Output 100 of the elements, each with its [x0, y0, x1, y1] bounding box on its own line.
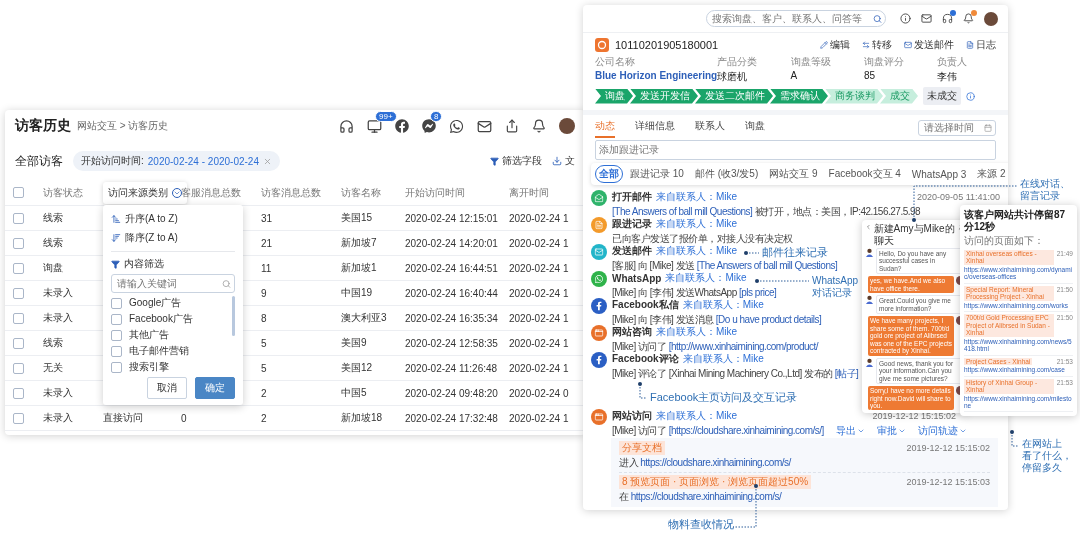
callout-text: WhatsApp	[812, 275, 859, 287]
link[interactable]: [Do u have product details]	[715, 314, 822, 325]
callout-text: 停留多久	[1022, 462, 1062, 474]
company-link[interactable]: Blue Horizon Engineering	[595, 70, 718, 81]
event-detail: 已向客户发送了报价单，对接人没有决定权	[612, 232, 793, 245]
link[interactable]: [http://www.xinhaimining.com/product/	[668, 341, 819, 352]
option-checkbox[interactable]: 电子邮件营销	[111, 344, 228, 358]
filter-fields-button[interactable]: 筛选字段	[490, 154, 542, 168]
contact-link[interactable]: 来自联系人：Mike	[656, 217, 738, 231]
search-field[interactable]: 搜索询盘、客户、联系人、问答等	[706, 10, 886, 27]
note-field[interactable]: 添加跟进记录	[595, 140, 996, 160]
action-button[interactable]: 转移	[856, 38, 892, 52]
avatar[interactable]	[984, 11, 998, 26]
mail-icon[interactable]	[921, 13, 932, 24]
headset-icon[interactable]	[942, 13, 953, 24]
tab[interactable]: 联系人	[695, 117, 725, 138]
filter-chip[interactable]: 邮件 (收3/发5)	[690, 165, 763, 183]
checkbox[interactable]	[13, 337, 24, 349]
envelope-icon	[591, 244, 607, 260]
column-header: 访客名称	[341, 185, 382, 200]
breadcrumb[interactable]: 网站交互 > 访客历史	[77, 119, 169, 133]
leader-line	[744, 251, 760, 255]
sort-option[interactable]: 升序(A to Z)	[111, 211, 235, 227]
contact-link[interactable]: 来自联系人：Mike	[656, 325, 738, 339]
dropdown[interactable]: 审批	[876, 426, 906, 436]
sort-option[interactable]: 降序(Z to A)	[111, 230, 235, 246]
contact-link[interactable]: 来自联系人：Mike	[682, 352, 764, 366]
contact-link[interactable]: 来自联系人：Mike	[682, 298, 764, 312]
link[interactable]: [pls price]	[739, 287, 777, 298]
field-label: 负责人	[937, 55, 969, 69]
document-icon	[966, 41, 974, 49]
caret-icon	[897, 427, 906, 435]
export-button[interactable]: 文	[552, 154, 575, 168]
link[interactable]: https://cloudshare.xinhaimining.com/s/	[640, 457, 791, 468]
messenger-icon[interactable]	[422, 119, 436, 133]
action-button[interactable]: 编辑	[814, 38, 850, 52]
filter-chip[interactable]: WhatsApp 3	[907, 166, 971, 182]
whatsapp-icon[interactable]	[449, 118, 464, 134]
contact-link[interactable]: 来自联系人：Mike	[656, 244, 738, 258]
contact-link[interactable]: 来自联系人：Mike	[665, 271, 747, 285]
link[interactable]: [https://cloudshare.xinhaimining.com/s/]	[668, 425, 824, 436]
date-field[interactable]: 请选择时间	[918, 119, 996, 136]
checkbox[interactable]	[13, 287, 24, 299]
table-cell-text: 未录入	[43, 386, 74, 400]
checkbox[interactable]	[13, 412, 24, 424]
table-cell-text: 2020-02-24 12:15:01	[405, 212, 499, 224]
facebook-icon[interactable]	[395, 119, 409, 133]
event-title: Facebook私信	[612, 298, 679, 312]
option-checkbox[interactable]: Google广告	[111, 296, 228, 310]
link[interactable]: https://cloudshare.xinhaimining.com/s/	[630, 491, 782, 502]
option-checkbox[interactable]: Facebook广告	[111, 312, 228, 326]
checkbox[interactable]	[13, 187, 24, 198]
field-label: 询盘评分	[863, 55, 905, 69]
link[interactable]: [The Answers of ball mill Questions]	[696, 260, 838, 271]
event-time: 2019-12-12 15:15:03	[906, 477, 990, 487]
dropdown[interactable]: 访问轨迹	[917, 426, 967, 436]
checkbox[interactable]	[13, 212, 24, 224]
table-cell-text: 2020-02-24 12:58:35	[405, 337, 499, 349]
filter-chip[interactable]: 来源 2	[973, 165, 1008, 183]
bell-icon[interactable]	[963, 13, 974, 24]
browser-icon	[591, 325, 607, 341]
link[interactable]: [The Answers of ball mill Questions]	[612, 206, 753, 217]
checkbox[interactable]	[13, 262, 24, 274]
event-detail: [Mike] 向 [李伟] 发送WhatsApp [pls price]	[612, 286, 777, 299]
scrollbar[interactable]	[232, 296, 235, 336]
filter-chip[interactable]: 开始访问时间: 2020-02-24 - 2020-02-24	[73, 151, 280, 171]
event-detail: [Mike] 评论了 [Xinhai Mining Machinery Co.,Ltd] 发布的 [帖子]	[612, 367, 859, 381]
checkbox[interactable]	[13, 362, 24, 374]
tab[interactable]: 询盘	[745, 117, 765, 138]
filter-chip[interactable]: 网站交互 9	[765, 165, 822, 183]
table-cell-text: 2	[261, 387, 268, 399]
info-icon[interactable]	[900, 13, 911, 24]
option-checkbox[interactable]: 搜索引擎	[111, 360, 228, 374]
contact-link[interactable]: 来自联系人：Mike	[656, 190, 738, 204]
share-icon[interactable]	[505, 119, 519, 133]
checkbox[interactable]	[13, 387, 24, 399]
leader-line	[755, 279, 810, 283]
action-button[interactable]: 发送邮件	[898, 38, 954, 52]
lost-button[interactable]: 未成交	[923, 87, 961, 105]
mail-icon[interactable]	[477, 118, 492, 134]
confirm-button[interactable]: 确定	[195, 377, 235, 399]
avatar[interactable]	[559, 118, 575, 134]
monitor-icon[interactable]	[367, 118, 382, 134]
filter-chip[interactable]: 跟进记录 10	[626, 165, 688, 183]
link[interactable]: [帖子]	[834, 368, 859, 379]
filter-chip[interactable]: Facebook交互 4	[824, 165, 905, 183]
search-field[interactable]: 请输入关键词	[111, 274, 235, 293]
cancel-button[interactable]: 取消	[147, 377, 187, 399]
info-icon[interactable]	[966, 91, 975, 101]
option-checkbox[interactable]: 其他广告	[111, 328, 228, 342]
headset-icon[interactable]	[339, 118, 354, 134]
action-button[interactable]: 日志	[960, 38, 996, 52]
column-header: 访客消息总数	[261, 185, 322, 200]
contact-link[interactable]: 来自联系人：Mike	[656, 409, 738, 423]
record-icon	[595, 38, 609, 52]
dropdown[interactable]: 导出	[835, 426, 865, 436]
checkbox[interactable]	[13, 237, 24, 249]
checkbox[interactable]	[13, 312, 24, 324]
tab[interactable]: 详细信息	[635, 117, 675, 138]
bell-icon[interactable]	[532, 119, 546, 133]
